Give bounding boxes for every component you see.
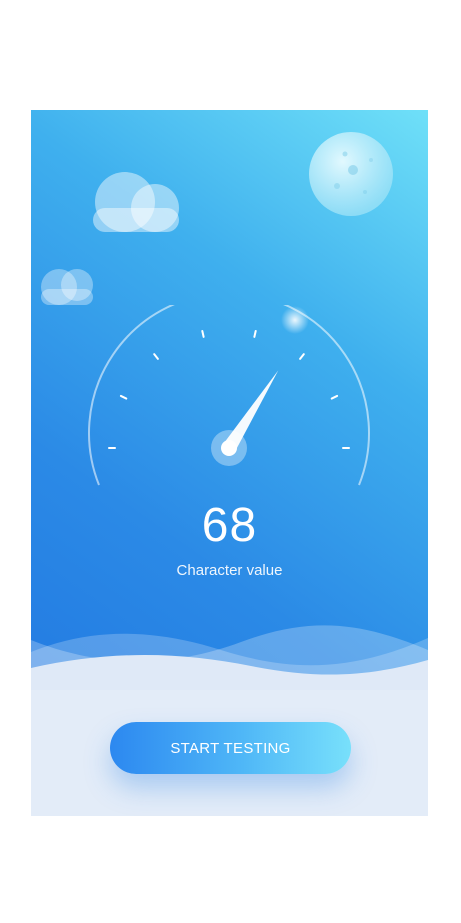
gauge-glow xyxy=(281,306,309,334)
speed-gauge xyxy=(88,305,370,486)
cloud-icon xyxy=(93,172,179,232)
gauge-tick xyxy=(330,394,339,400)
moon-icon xyxy=(309,132,393,216)
gauge-hub-inner xyxy=(221,440,237,456)
app-screen: 68 Character value START TESTING xyxy=(31,110,428,816)
gauge-tick xyxy=(153,353,159,360)
start-testing-button[interactable]: START TESTING xyxy=(110,722,351,774)
wave-background xyxy=(31,625,428,816)
cloud-icon xyxy=(41,269,93,305)
gauge-tick xyxy=(119,394,128,400)
gauge-value-label: Character value xyxy=(176,562,283,579)
gauge-value: 68 xyxy=(201,499,258,552)
gauge-tick xyxy=(299,353,305,360)
gauge-tick xyxy=(253,330,257,338)
gauge-tick xyxy=(201,330,205,338)
